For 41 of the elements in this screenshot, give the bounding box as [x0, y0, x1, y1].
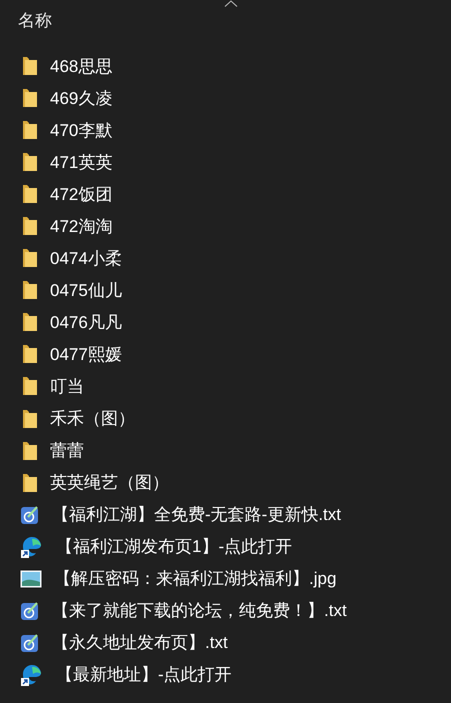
- folder-icon: [20, 152, 38, 172]
- folder-icon: [20, 120, 38, 140]
- folder-icon: [20, 280, 38, 300]
- file-name[interactable]: 471英英: [50, 150, 112, 174]
- notepad-icon: [20, 600, 40, 621]
- file-name[interactable]: 【最新地址】-点此打开: [56, 663, 232, 686]
- folder-icon: [20, 472, 38, 493]
- image-file-icon: [20, 570, 42, 588]
- file-name[interactable]: 【解压密码：来福利江湖找福利】.jpg: [54, 567, 336, 590]
- browser-shortcut-icon: [20, 662, 44, 687]
- notepad-icon: [20, 632, 40, 653]
- file-name[interactable]: 【福利江湖】全免费-无套路-更新快.txt: [52, 503, 341, 526]
- folder-icon: [20, 376, 38, 396]
- file-name[interactable]: 0476凡凡: [50, 310, 122, 334]
- file-name[interactable]: 英英绳艺（图）: [50, 471, 169, 494]
- file-name[interactable]: 472淘淘: [50, 214, 112, 238]
- folder-icon: [20, 408, 38, 429]
- file-name[interactable]: 蕾蕾: [50, 439, 84, 462]
- file-name[interactable]: 0474小柔: [50, 246, 122, 270]
- file-name[interactable]: 469久凌: [50, 86, 112, 110]
- folder-icon: [20, 216, 38, 236]
- browser-shortcut-icon: [20, 534, 44, 559]
- notepad-icon: [20, 504, 40, 525]
- file-name[interactable]: 叮当: [50, 374, 84, 398]
- file-name[interactable]: 468思思: [50, 54, 112, 78]
- file-name[interactable]: 禾禾（图）: [50, 407, 135, 430]
- folder-icon: [20, 344, 38, 364]
- folder-icon: [20, 184, 38, 204]
- file-name[interactable]: 472饭团: [50, 182, 112, 206]
- folder-icon: [20, 440, 38, 461]
- folder-icon: [20, 248, 38, 268]
- file-name[interactable]: 0475仙儿: [50, 278, 122, 302]
- file-name[interactable]: 【福利江湖发布页1】-点此打开: [56, 535, 292, 558]
- folder-icon: [20, 88, 38, 108]
- folder-icon: [20, 312, 38, 332]
- file-name[interactable]: 0477熙媛: [50, 342, 122, 366]
- file-name[interactable]: 【来了就能下载的论坛，纯免费！】.txt: [52, 599, 347, 622]
- folder-icon: [20, 56, 38, 76]
- file-name[interactable]: 【永久地址发布页】.txt: [52, 631, 228, 654]
- name-column-header[interactable]: 名称: [18, 8, 52, 32]
- file-name[interactable]: 470李默: [50, 118, 112, 142]
